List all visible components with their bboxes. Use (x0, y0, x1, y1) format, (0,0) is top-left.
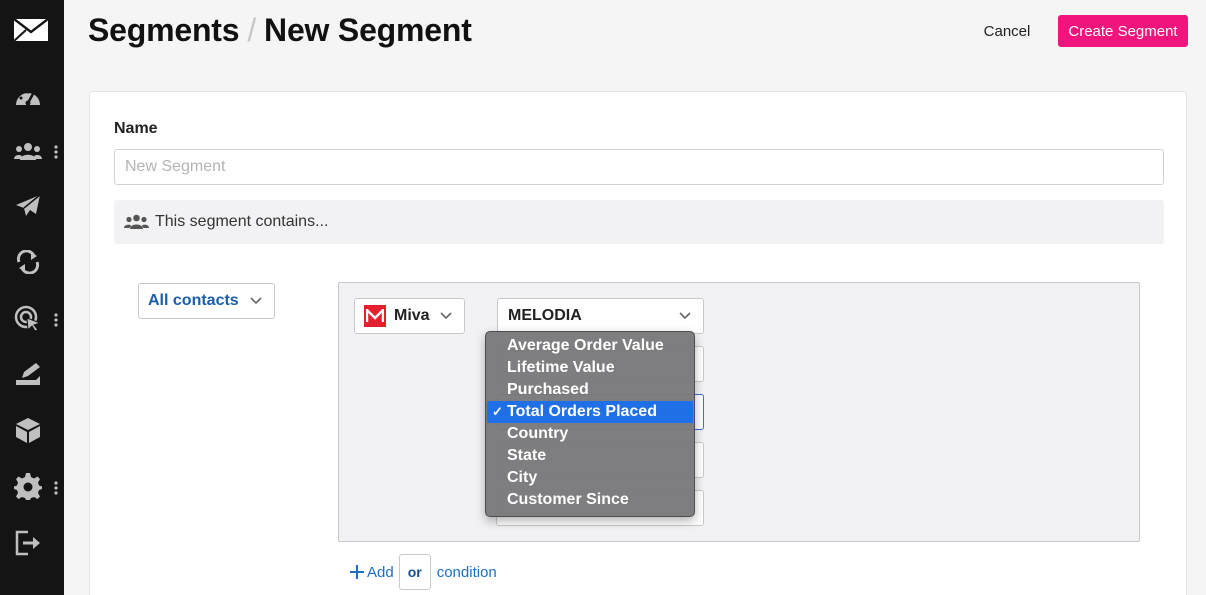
sidebar-item-automations[interactable] (0, 242, 64, 282)
dropdown-option-city[interactable]: City (486, 467, 694, 489)
campaigns-icon (16, 194, 41, 216)
sidebar-item-logout[interactable] (0, 523, 64, 563)
vertical-dots-icon (54, 481, 58, 495)
store-select[interactable]: MELODIA (497, 298, 704, 334)
add-condition-link[interactable]: Add (350, 564, 394, 581)
chevron-down-icon (440, 312, 452, 320)
cancel-button[interactable]: Cancel (970, 15, 1044, 47)
contacts-icon (124, 214, 149, 229)
match-contacts-select[interactable]: All contacts (138, 283, 275, 319)
dashboard-icon (16, 90, 40, 106)
dropdown-option-purchased[interactable]: Purchased (486, 379, 694, 401)
or-toggle-button[interactable]: or (398, 554, 431, 590)
store-select-value: MELODIA (508, 307, 582, 324)
automations-icon (16, 250, 40, 274)
integrations-icon (16, 418, 40, 443)
page-header: Segments / New Segment Cancel Create Segme… (64, 0, 1206, 64)
dropdown-option-lifetime-value[interactable]: Lifetime Value (486, 357, 694, 379)
forms-icon (16, 363, 40, 385)
checkmark-icon: ✓ (492, 404, 503, 419)
logout-icon (15, 530, 40, 556)
sidebar-item-campaigns[interactable] (0, 186, 64, 226)
create-segment-button[interactable]: Create Segment (1058, 15, 1188, 47)
vertical-dots-icon (54, 145, 58, 159)
tracking-icon (14, 305, 42, 331)
source-select-value: Miva (394, 307, 430, 324)
dropdown-option-customer-since[interactable]: Customer Since (486, 489, 694, 511)
segment-contains-banner: This segment contains... (114, 200, 1164, 244)
miva-logo-icon (364, 305, 386, 327)
segment-contains-text: This segment contains... (155, 213, 329, 230)
chevron-down-icon (250, 297, 262, 305)
source-select[interactable]: Miva (354, 298, 465, 334)
dropdown-option-total-orders-placed[interactable]: ✓ Total Orders Placed (487, 401, 693, 423)
mail-logo-icon (14, 19, 48, 41)
chevron-down-icon (679, 312, 691, 320)
breadcrumb-separator: / (247, 12, 257, 48)
condition-link[interactable]: condition (437, 564, 497, 581)
dropdown-option-average-order-value[interactable]: Average Order Value (486, 335, 694, 357)
name-label: Name (114, 120, 158, 137)
plus-icon (350, 565, 364, 579)
breadcrumb-segments[interactable]: Segments (88, 12, 240, 48)
mail-logo[interactable] (0, 10, 64, 50)
tracking-more-menu[interactable] (52, 310, 60, 330)
dropdown-option-label: Total Orders Placed (507, 403, 657, 420)
sidebar-item-integrations[interactable] (0, 410, 64, 450)
add-label: Add (367, 563, 394, 581)
vertical-dots-icon (54, 313, 58, 327)
breadcrumb-current: New Segment (264, 12, 472, 48)
attribute-dropdown-menu: Average Order Value Lifetime Value Purch… (485, 331, 695, 517)
segment-name-input[interactable] (114, 149, 1164, 185)
condition-group: Miva MELODIA (338, 282, 1140, 542)
sidebar-item-dashboard[interactable] (0, 76, 64, 116)
sidebar (0, 0, 64, 595)
page-title: Segments / New Segment (88, 12, 472, 49)
settings-icon (14, 473, 42, 500)
dropdown-option-country[interactable]: Country (486, 423, 694, 445)
sidebar-item-forms[interactable] (0, 355, 64, 395)
add-condition-row: Add or condition (350, 554, 497, 590)
contacts-more-menu[interactable] (52, 142, 60, 162)
dropdown-option-state[interactable]: State (486, 445, 694, 467)
match-contacts-value: All contacts (148, 292, 239, 309)
contacts-icon (14, 143, 42, 160)
settings-more-menu[interactable] (52, 478, 60, 498)
